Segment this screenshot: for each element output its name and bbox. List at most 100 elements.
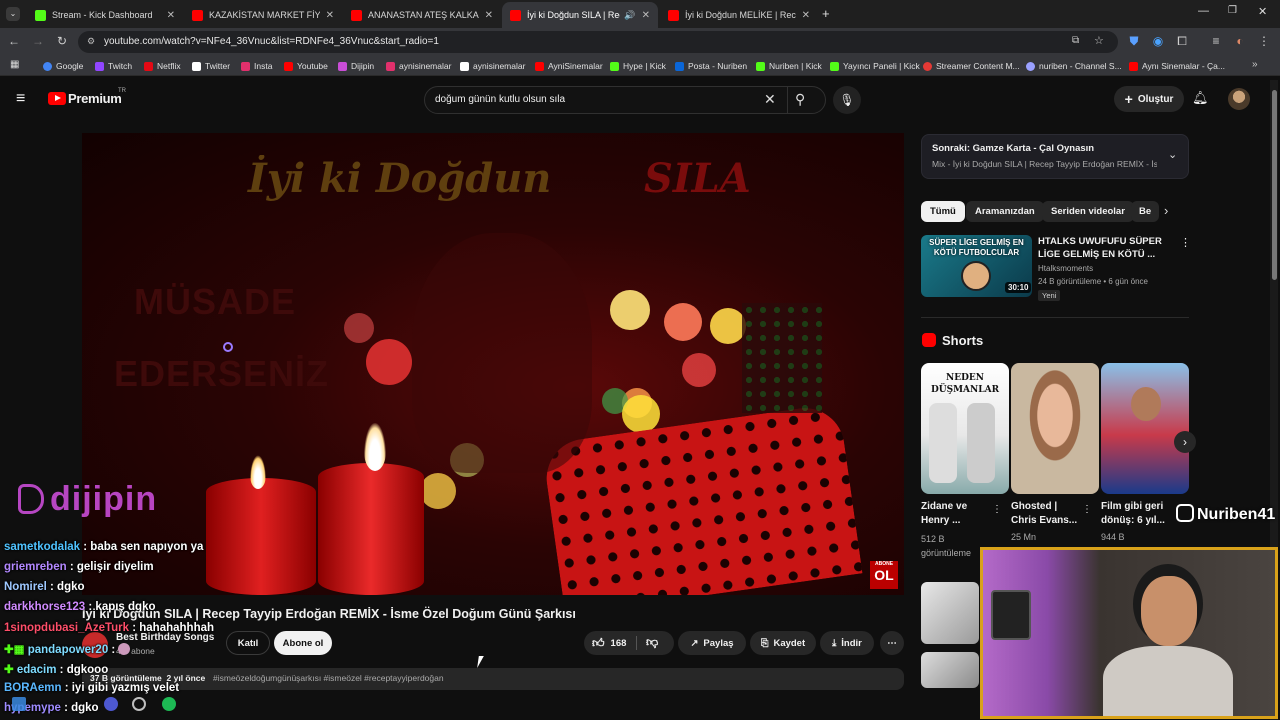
bookmark-star-icon[interactable]: ☆ <box>1094 34 1104 47</box>
bookmark-aynisinemalar-insta[interactable]: aynisinemalar <box>386 59 451 73</box>
video-player[interactable]: MÜSADE EDERSENİZ İyi ki Doğdun SILA ABON… <box>82 133 904 595</box>
recommended-channel[interactable]: Htalksmoments <box>1038 264 1093 273</box>
more-actions-icon[interactable]: ⋯ <box>880 631 904 655</box>
hamburger-menu-icon[interactable]: ≡ <box>16 90 25 108</box>
clear-search-icon[interactable]: ✕ <box>764 91 776 108</box>
windows-start-icon[interactable] <box>12 697 26 711</box>
short-title-1[interactable]: Zidane ve Henry ... <box>921 500 967 528</box>
browser-menu-icon[interactable]: ⋮ <box>1256 33 1272 49</box>
spotify-icon[interactable] <box>162 697 176 711</box>
bookmark-netflix[interactable]: Netflix <box>144 59 181 73</box>
tab-kazakistan[interactable]: KAZAKİSTAN MARKET FİYATLARI ✕ <box>184 2 342 28</box>
country-badge: TR <box>118 88 126 94</box>
short-title-2[interactable]: Ghosted | Chris Evans... <box>1011 500 1077 528</box>
notifications-bell-icon[interactable]: 🔔︎ <box>1192 90 1209 106</box>
bookmark-streamer-content[interactable]: Streamer Content M... <box>923 59 1020 73</box>
back-arrow-icon[interactable]: ← <box>6 33 22 49</box>
search-box[interactable]: doğum günün kutlu olsun sıla ✕ ⚲ <box>424 86 826 114</box>
bookmark-yayinci-paneli[interactable]: Yayıncı Paneli | Kick <box>830 59 920 73</box>
chevron-down-icon[interactable]: ⌄ <box>1168 148 1177 161</box>
create-button[interactable]: + Oluştur <box>1114 86 1184 112</box>
bookmark-channel[interactable]: nuriben - Channel S... <box>1026 59 1122 73</box>
close-tab-icon[interactable]: ✕ <box>636 10 650 21</box>
next-thumbnail[interactable] <box>921 652 979 688</box>
chip-all[interactable]: Tümü <box>921 201 965 222</box>
subscribe-corner-logo[interactable]: ABONE OL <box>870 561 898 589</box>
up-next-panel[interactable]: Sonraki: Gamze Karta - Çal Oynasın Mix -… <box>921 134 1189 179</box>
short-thumbnail-2[interactable] <box>1011 363 1099 494</box>
more-options-icon[interactable]: ⋮ <box>1180 236 1191 249</box>
share-button[interactable]: ↗ Paylaş <box>678 631 746 655</box>
audio-playing-icon[interactable]: 🔊 <box>624 10 635 21</box>
shorts-next-chevron-icon[interactable]: › <box>1174 431 1196 453</box>
obs-icon[interactable] <box>132 697 146 711</box>
premium-logo-text[interactable]: Premium <box>68 91 122 106</box>
vpn-shield-icon[interactable]: ⛊ <box>1126 33 1142 49</box>
cast-icon[interactable]: ⧉ <box>1072 35 1079 46</box>
extensions-puzzle-icon[interactable]: ⧠ <box>1174 33 1190 49</box>
discord-icon[interactable] <box>104 697 118 711</box>
bookmark-aynisinemalar-x[interactable]: aynisinemalar <box>460 59 525 73</box>
dislike-thumb-icon[interactable]: 👎︎ <box>646 635 658 650</box>
short-title-3[interactable]: Film gibi geri dönüş: 6 yıl... <box>1101 500 1165 528</box>
recommended-thumbnail[interactable]: SÜPER LİGE GELMİŞ EN KÖTÜ FUTBOLCULAR 30… <box>921 235 1032 297</box>
close-tab-icon[interactable]: ✕ <box>479 10 493 21</box>
download-icon: ⤓ <box>832 637 837 649</box>
close-tab-icon[interactable]: ✕ <box>320 10 334 21</box>
tab-ananastan[interactable]: ANANASTAN ATEŞ KALKANI YAPTI ✕ <box>343 2 501 28</box>
close-window-icon[interactable]: ✕ <box>1258 5 1267 18</box>
like-thumb-icon[interactable]: 👍︎ <box>592 636 605 651</box>
video-overlay-name: SILA <box>644 155 751 202</box>
short-thumbnail-3[interactable] <box>1101 363 1189 494</box>
like-count[interactable]: 168 <box>611 638 627 649</box>
media-control-icon[interactable]: ≡ <box>1208 33 1224 49</box>
search-icon[interactable]: ⚲ <box>795 91 805 108</box>
short-more-options-icon[interactable]: ⋮ <box>1082 504 1092 515</box>
bookmark-ayni-sinemalar[interactable]: Aynı Sinemalar - Ça... <box>1129 59 1225 73</box>
chat-message: ✚ edacim : dgkooo <box>4 664 109 676</box>
tab-sila-active[interactable]: İyi ki Doğdun SILA | Recep 🔊 ✕ <box>502 2 658 28</box>
close-tab-icon[interactable]: ✕ <box>796 10 810 21</box>
bookmark-google[interactable]: Google <box>43 59 83 73</box>
chips-next-chevron-icon[interactable]: › <box>1164 203 1168 218</box>
bookmark-insta[interactable]: Insta <box>241 59 272 73</box>
chip-from-search[interactable]: Aramanızdan <box>966 201 1044 222</box>
bookmark-posta[interactable]: Posta - Nuriben <box>675 59 747 73</box>
short-more-options-icon[interactable]: ⋮ <box>992 504 1002 515</box>
bookmark-hype-kick[interactable]: Hype | Kick <box>610 59 666 73</box>
forward-arrow-icon[interactable]: → <box>30 33 46 49</box>
close-tab-icon[interactable]: ✕ <box>161 10 175 21</box>
more-bookmarks-icon[interactable]: » <box>1252 59 1258 70</box>
chip-series[interactable]: Seriden videolar <box>1042 201 1134 222</box>
voice-search-mic-icon[interactable]: 🎙 <box>833 86 861 114</box>
minimize-window-icon[interactable]: — <box>1198 5 1209 17</box>
search-input[interactable]: doğum günün kutlu olsun sıla <box>435 94 565 105</box>
account-avatar[interactable] <box>1228 88 1250 110</box>
short-thumbnail-1[interactable]: NEDEN DÜŞMANLAR <box>921 363 1009 494</box>
youtube-logo-icon[interactable] <box>48 92 66 105</box>
save-button[interactable]: ⎘ Kaydet <box>750 631 816 655</box>
page-scrollbar-thumb[interactable] <box>1272 90 1277 280</box>
chip-more[interactable]: Be <box>1131 201 1159 222</box>
new-tab-plus-icon[interactable]: + <box>822 6 830 21</box>
tab-search-button[interactable]: ⌄ <box>6 7 20 21</box>
reload-icon[interactable]: ↻ <box>54 33 70 49</box>
bookmark-youtube[interactable]: Youtube <box>284 59 328 73</box>
bookmark-aynisinemalar-yt[interactable]: AyniSinemalar <box>535 59 603 73</box>
download-button[interactable]: ⤓ İndir <box>820 631 874 655</box>
tab-melike[interactable]: İyi ki Doğdun MELİKE | Recep Ta ✕ <box>660 2 818 28</box>
bookmark-twitter[interactable]: Twitter <box>192 59 230 73</box>
apps-grid-icon[interactable]: ▦ <box>10 59 19 70</box>
next-thumbnail[interactable] <box>921 582 979 644</box>
extension-globe-icon[interactable]: ◉ <box>1150 33 1166 49</box>
profile-icon[interactable]: ◐ <box>1232 33 1248 49</box>
site-info-icon[interactable]: ⚙ <box>87 36 95 47</box>
recommended-title[interactable]: HTALKS UWUFUFU SÜPER LİGE GELMİŞ EN KÖTÜ… <box>1038 235 1162 261</box>
tab-kick-dashboard[interactable]: Stream - Kick Dashboard ✕ <box>27 2 183 28</box>
player-figure <box>967 403 995 483</box>
bookmark-twitch[interactable]: Twitch <box>95 59 132 73</box>
address-bar[interactable]: ⚙ youtube.com/watch?v=NFe4_36Vnuc&list=R… <box>78 31 1118 53</box>
bookmark-dijipin[interactable]: Dijipin <box>338 59 374 73</box>
bookmark-nuriben-kick[interactable]: Nuriben | Kick <box>756 59 822 73</box>
restore-window-icon[interactable]: ❐ <box>1228 5 1237 16</box>
